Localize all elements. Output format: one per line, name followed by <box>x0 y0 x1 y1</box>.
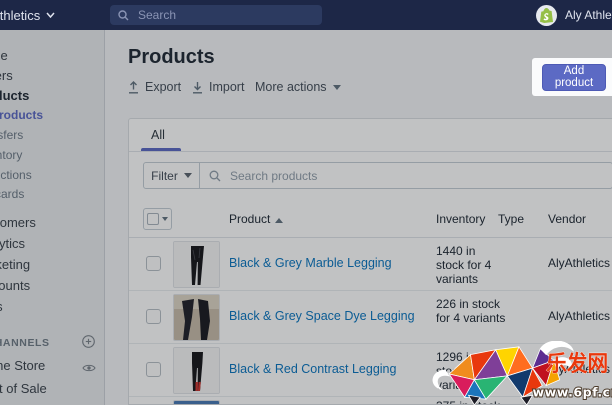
sort-ascending-icon <box>275 218 283 223</box>
avatar <box>536 5 557 26</box>
chevron-down-icon <box>46 12 55 18</box>
topbar: AlyAthletics Aly Athletics <box>0 0 612 30</box>
product-search[interactable] <box>199 162 612 189</box>
inventory-cell: 1296 in stock for 4 variants <box>436 350 506 392</box>
product-link[interactable]: Black & Grey Marble Legging <box>229 256 392 270</box>
sidebar: Home Orders Products All products Transf… <box>0 30 105 405</box>
table-header: Product Inventory Type Vendor <box>129 199 612 238</box>
filter-button[interactable]: Filter <box>143 162 200 189</box>
sidebar-item-gift-cards[interactable]: Gift cards <box>0 187 104 201</box>
sidebar-item-apps[interactable]: Apps <box>0 299 104 314</box>
select-all-checkbox <box>147 213 159 225</box>
more-actions-label: More actions <box>255 80 327 94</box>
export-button[interactable]: Export <box>128 80 181 94</box>
vendor-cell: AlyAthletics <box>548 362 610 376</box>
products-card: All Filter Product Inventory Type Vendor <box>128 118 612 405</box>
topbar-search-input[interactable] <box>136 7 314 23</box>
product-thumbnail <box>173 347 220 394</box>
sidebar-item-point-of-sale[interactable]: Point of Sale <box>0 381 104 396</box>
add-channel-button[interactable] <box>82 335 95 353</box>
topbar-search[interactable] <box>110 5 322 25</box>
tabs-row: All <box>129 119 612 152</box>
product-thumbnail <box>173 294 220 341</box>
tab-all[interactable]: All <box>151 128 165 142</box>
product-thumbnail <box>173 400 220 405</box>
column-header-inventory: Inventory <box>436 212 485 226</box>
chevron-down-icon <box>184 173 192 178</box>
table-row: 375 in stock for 4 variants <box>129 397 612 405</box>
add-product-button[interactable]: Add product <box>542 64 606 91</box>
row-checkbox[interactable] <box>146 309 161 324</box>
row-checkbox[interactable] <box>146 256 161 271</box>
sidebar-item-home[interactable]: Home <box>0 48 104 63</box>
shopify-bag-icon <box>540 8 553 23</box>
store-name: AlyAthletics <box>0 8 40 23</box>
shopify-admin-products-page: AlyAthletics Aly Athletics Home Orders P… <box>0 0 612 405</box>
export-icon <box>128 81 139 94</box>
sidebar-item-discounts[interactable]: Discounts <box>0 278 104 293</box>
user-name: Aly Athletics <box>565 8 612 22</box>
product-link[interactable]: Black & Red Contrast Legging <box>229 362 396 376</box>
plus-circle-icon <box>82 335 95 348</box>
add-product-highlight: Add product <box>532 58 612 96</box>
table-row: Black & Red Contrast Legging 1296 in sto… <box>129 344 612 397</box>
filter-label: Filter <box>151 169 178 183</box>
page-title: Products <box>128 46 215 69</box>
product-link[interactable]: Black & Grey Space Dye Legging <box>229 309 415 323</box>
sidebar-item-orders[interactable]: Orders <box>0 68 104 83</box>
sidebar-item-collections[interactable]: Collections <box>0 168 104 182</box>
vendor-cell: AlyAthletics <box>548 309 610 323</box>
column-header-type: Type <box>498 212 524 226</box>
inventory-cell: 226 in stock for 4 variants <box>436 297 506 325</box>
table-row: Black & Grey Space Dye Legging 226 in st… <box>129 291 612 344</box>
vendor-cell: AlyAthletics <box>548 256 610 270</box>
eye-icon <box>82 363 96 373</box>
table-row: Black & Grey Marble Legging 1440 in stoc… <box>129 238 612 291</box>
import-label: Import <box>209 80 244 94</box>
chevron-down-icon <box>333 85 341 90</box>
select-all-button[interactable] <box>143 208 172 230</box>
search-icon <box>118 10 129 21</box>
sidebar-item-marketing[interactable]: Marketing <box>0 257 104 272</box>
import-button[interactable]: Import <box>192 80 244 94</box>
more-actions-button[interactable]: More actions <box>255 80 341 94</box>
sidebar-item-analytics[interactable]: Analytics <box>0 236 104 251</box>
column-header-product[interactable]: Product <box>229 212 283 226</box>
user-menu[interactable]: Aly Athletics <box>536 0 612 30</box>
inventory-cell: 1440 in stock for 4 variants <box>436 244 506 286</box>
sidebar-item-inventory[interactable]: Inventory <box>0 148 104 162</box>
filter-row: Filter <box>129 152 612 199</box>
inventory-cell: 375 in stock for 4 variants <box>436 399 506 405</box>
sidebar-item-transfers[interactable]: Transfers <box>0 128 104 142</box>
sidebar-item-customers[interactable]: Customers <box>0 215 104 230</box>
product-search-input[interactable] <box>228 168 612 184</box>
chevron-down-icon <box>162 217 168 221</box>
sidebar-item-all-products[interactable]: All products <box>0 108 104 122</box>
tab-all-underline <box>141 148 181 151</box>
store-switcher[interactable]: AlyAthletics <box>0 0 55 30</box>
row-checkbox[interactable] <box>146 362 161 377</box>
search-icon <box>209 170 221 182</box>
export-label: Export <box>145 80 181 94</box>
import-icon <box>192 81 203 94</box>
column-header-vendor: Vendor <box>548 212 586 226</box>
product-thumbnail <box>173 241 220 288</box>
online-store-eye-icon[interactable] <box>82 360 96 378</box>
sidebar-item-products[interactable]: Products <box>0 88 104 103</box>
